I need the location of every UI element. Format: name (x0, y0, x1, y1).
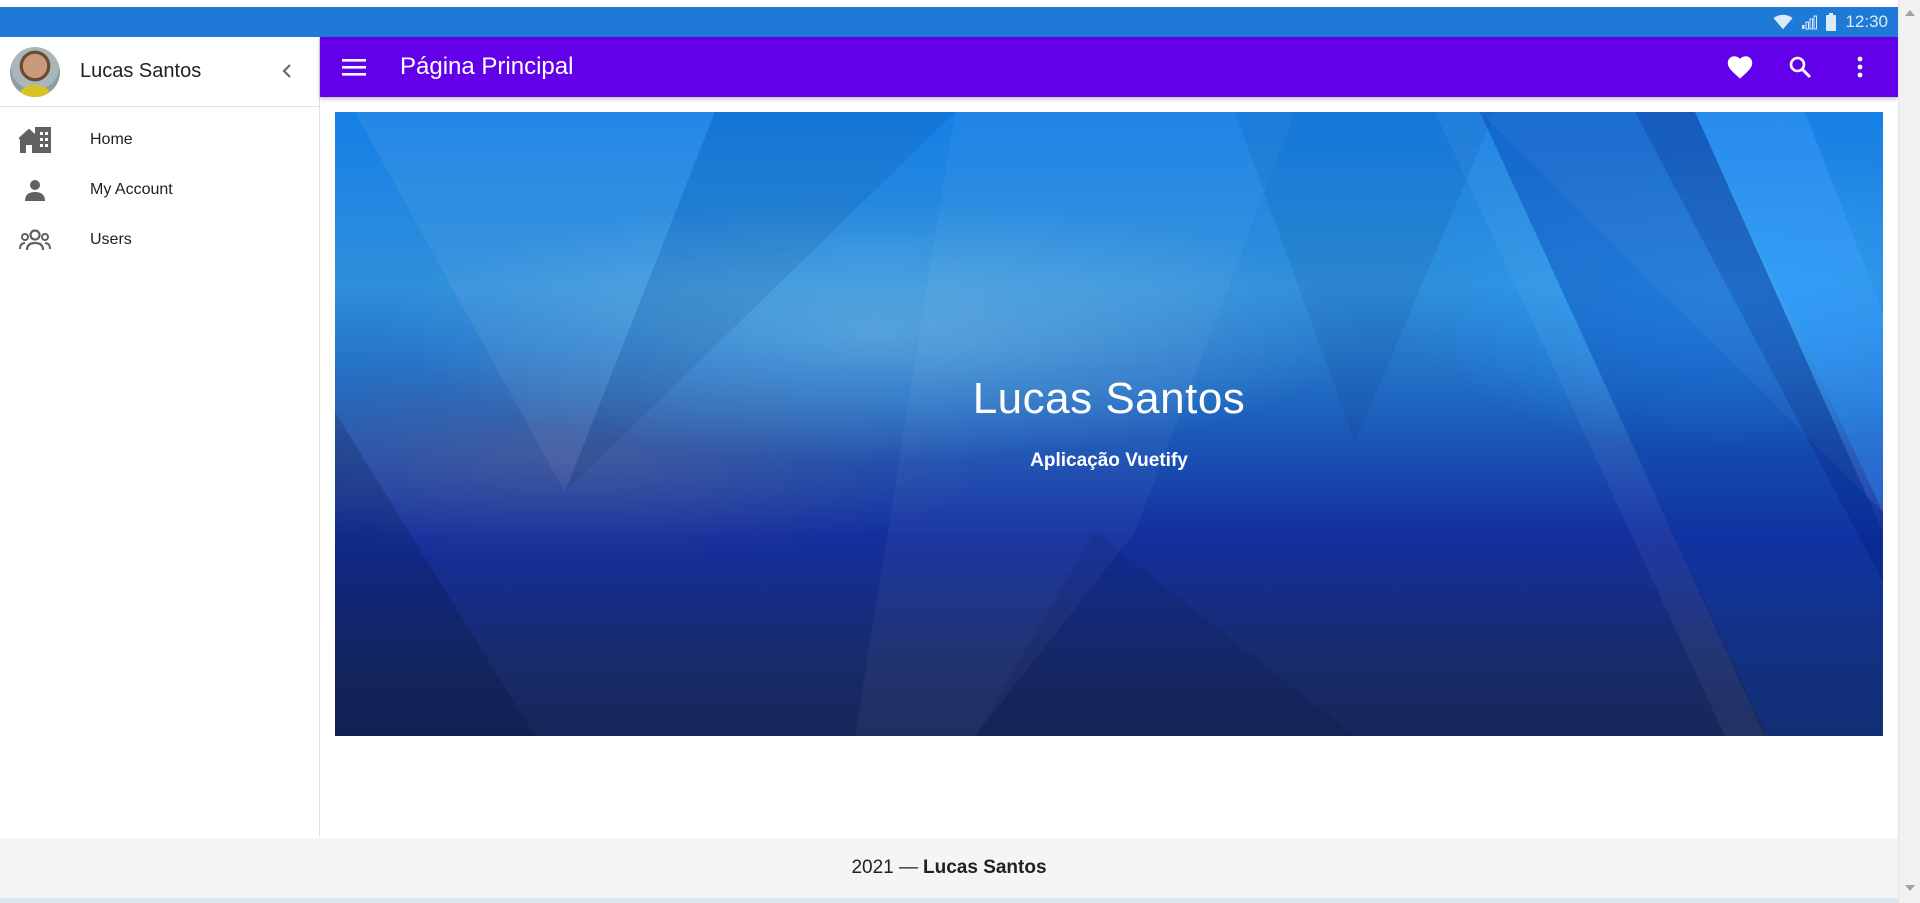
avatar (10, 46, 60, 97)
hero-text: Lucas Santos Aplicação Vuetify (335, 112, 1883, 736)
hero-title: Lucas Santos (972, 374, 1246, 423)
dots-vertical-icon (1857, 56, 1863, 78)
app-bar: Página Principal (320, 37, 1898, 97)
drawer-header: Lucas Santos (0, 37, 319, 107)
sidebar-item-label: Users (90, 231, 132, 248)
bottom-strip (0, 898, 1898, 903)
collapse-drawer-button[interactable] (275, 59, 299, 83)
signal-icon (1801, 14, 1818, 30)
nav-list: Home My Account Users (0, 107, 319, 265)
scroll-down-arrow-icon[interactable] (1905, 885, 1915, 891)
top-strip (0, 0, 1920, 7)
chevron-left-icon (282, 64, 291, 78)
account-group-icon (18, 226, 52, 254)
account-icon (18, 176, 52, 204)
sidebar-item-label: Home (90, 131, 133, 148)
hero-banner: Lucas Santos Aplicação Vuetify (335, 112, 1883, 736)
drawer-user-name: Lucas Santos (80, 60, 202, 82)
footer-year: 2021 — (851, 857, 918, 878)
footer-author: Lucas Santos (923, 857, 1047, 878)
home-city-icon (18, 126, 52, 154)
battery-icon (1825, 13, 1837, 31)
sidebar-item-my-account[interactable]: My Account (0, 165, 319, 215)
heart-icon (1727, 56, 1753, 79)
system-bar: 12:30 (0, 7, 1898, 37)
search-icon (1789, 56, 1812, 79)
hamburger-menu-icon (342, 59, 366, 76)
sidebar-item-home[interactable]: Home (0, 115, 319, 165)
wifi-icon (1773, 14, 1794, 30)
sidebar-item-users[interactable]: Users (0, 215, 319, 265)
menu-button[interactable] (326, 39, 382, 95)
window-scrollbar[interactable] (1898, 0, 1920, 903)
favorite-button[interactable] (1710, 39, 1770, 95)
scroll-up-arrow-icon[interactable] (1905, 10, 1915, 16)
hero-subtitle: Aplicação Vuetify (1030, 450, 1188, 471)
footer: 2021 — Lucas Santos (0, 838, 1898, 898)
app-bar-actions (1710, 39, 1890, 95)
navigation-drawer: Lucas Santos Home My Account Users (0, 37, 320, 837)
page-title: Página Principal (400, 53, 574, 80)
sidebar-item-label: My Account (90, 181, 173, 198)
search-button[interactable] (1770, 39, 1830, 95)
more-options-button[interactable] (1830, 39, 1890, 95)
system-time: 12:30 (1845, 12, 1888, 31)
